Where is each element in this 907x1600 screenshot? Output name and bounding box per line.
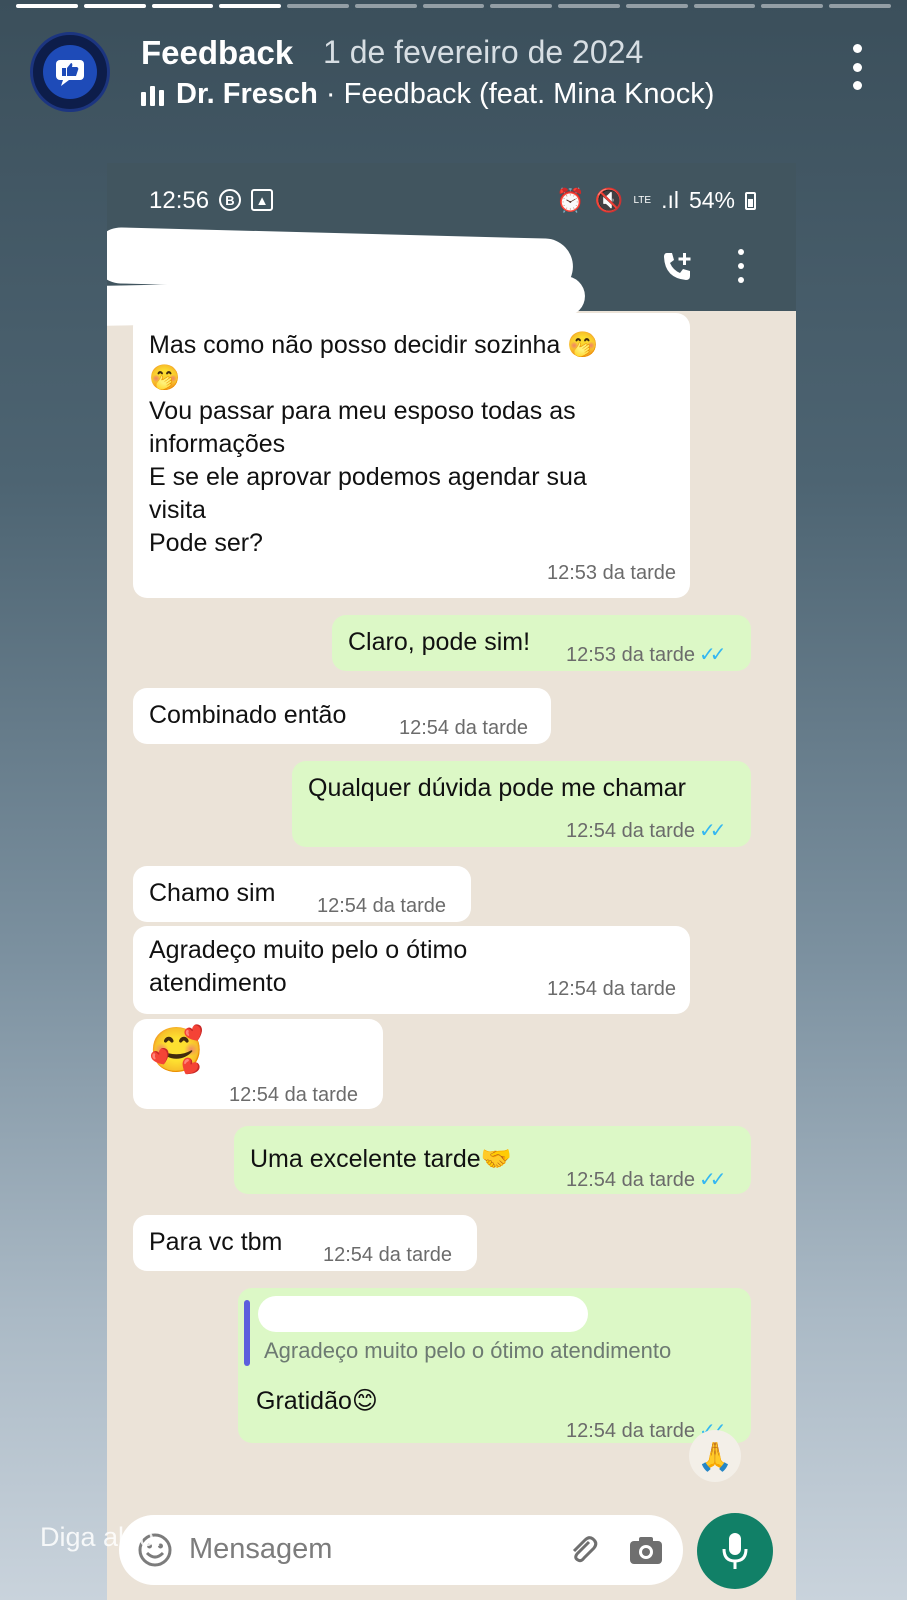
redaction-scribble (258, 1296, 588, 1332)
message-time: 12:54 da tarde (229, 1084, 358, 1106)
message-line: atendimento (149, 969, 287, 997)
message-time: 12:54 da tarde (323, 1244, 452, 1266)
story-reply-input[interactable]: Diga algo... (40, 1522, 177, 1553)
message-time: 12:54 da tarde (566, 1420, 695, 1442)
battery-percent: 54% (688, 187, 735, 213)
message-bubble[interactable]: Uma excelente tarde🤝 12:54 da tarde ✓✓ (234, 1126, 751, 1194)
message-emoji: 🥰 (149, 1026, 204, 1075)
read-ticks-icon: ✓✓ (699, 644, 726, 666)
progress-segment (219, 4, 282, 8)
message-text: Para vc tbm (149, 1228, 283, 1256)
story-title[interactable]: Feedback (141, 34, 293, 72)
camera-icon[interactable] (627, 1532, 665, 1568)
avatar[interactable] (30, 32, 110, 112)
message-text: Combinado então (149, 701, 347, 729)
progress-segment (151, 4, 214, 8)
message-line: Agradeço muito pelo o ótimo (149, 936, 468, 964)
progress-segment (558, 4, 620, 8)
more-options-icon[interactable] (847, 44, 867, 90)
message-bubble[interactable]: Mas como não posso decidir sozinha 🤭 🤭 V… (133, 313, 690, 598)
message-bubble[interactable]: Agradeço muito pelo o ótimo atendimento … (238, 1288, 751, 1443)
progress-segment (422, 4, 485, 8)
message-time: 12:54 da tarde (399, 717, 528, 739)
message-line: visita (149, 496, 206, 524)
message-time: 12:54 da tarde (566, 1169, 695, 1191)
b-notification-icon: B (219, 189, 241, 211)
progress-segment (490, 4, 553, 8)
message-bubble[interactable]: 🥰 12:54 da tarde (133, 1019, 383, 1109)
chat-menu-icon[interactable] (735, 249, 747, 283)
message-bubble[interactable]: Para vc tbm 12:54 da tarde (133, 1215, 477, 1271)
message-time: 12:54 da tarde (547, 978, 676, 1000)
mic-icon (722, 1533, 748, 1569)
message-line: informações (149, 430, 286, 458)
message-line: 🤭 (149, 364, 181, 392)
music-song: · Feedback (feat. Mina Knock) (325, 78, 715, 110)
story-header: Feedback 1 de fevereiro de 2024 Dr. Fres… (30, 28, 877, 118)
music-info[interactable]: Dr. Fresch · Feedback (feat. Mina Knock) (141, 78, 714, 111)
reaction-badge[interactable]: 🙏 (689, 1430, 741, 1482)
message-line: E se ele aprovar podemos agendar sua (149, 463, 587, 491)
progress-segment (83, 4, 146, 8)
add-call-icon[interactable] (659, 249, 695, 285)
message-bubble[interactable]: Combinado então 12:54 da tarde (133, 688, 551, 744)
story-progress (16, 4, 891, 8)
mic-button[interactable] (697, 1513, 773, 1589)
progress-segment (287, 4, 349, 8)
alarm-icon: ⏰ (556, 187, 585, 213)
message-text: Claro, pode sim! (348, 628, 531, 656)
story-date: 1 de fevereiro de 2024 (323, 34, 644, 70)
progress-segment (625, 4, 688, 8)
music-artist: Dr. Fresch (176, 78, 318, 110)
message-bubble[interactable]: Agradeço muito pelo o ótimo atendimento … (133, 926, 690, 1014)
message-text: Uma excelente tarde🤝 (250, 1145, 512, 1173)
progress-segment (16, 4, 78, 8)
message-line: Vou passar para meu esposo todas as (149, 397, 576, 425)
read-ticks-icon: ✓✓ (699, 820, 726, 842)
attach-icon[interactable] (565, 1532, 601, 1568)
read-ticks-icon: ✓✓ (699, 1169, 726, 1191)
message-time: 12:53 da tarde (566, 644, 695, 666)
thumbs-up-icon (43, 45, 97, 99)
message-bubble[interactable]: Qualquer dúvida pode me chamar 12:54 da … (292, 761, 751, 847)
network-label: LTE (633, 194, 652, 206)
progress-segment (693, 4, 756, 8)
message-placeholder: Mensagem (189, 1533, 333, 1565)
message-text: Chamo sim (149, 879, 276, 907)
chat-screenshot: 12:56 B ▲ ⏰ 🔇 LTE .ıl 54% ta Mas como nã… (107, 163, 796, 1600)
message-time: 12:54 da tarde (566, 820, 695, 842)
progress-segment (354, 4, 417, 8)
message-line: Pode ser? (149, 529, 263, 557)
message-bubble[interactable]: Claro, pode sim! 12:53 da tarde ✓✓ (332, 615, 751, 671)
message-input[interactable]: Mensagem (119, 1515, 683, 1585)
audio-bars-icon (141, 84, 164, 106)
signal-icon: .ıl (661, 187, 679, 213)
message-bubble[interactable]: Chamo sim 12:54 da tarde (133, 866, 471, 922)
battery-icon (745, 191, 756, 210)
message-time: 12:54 da tarde (317, 895, 446, 917)
progress-segment (829, 4, 891, 8)
message-time: 12:53 da tarde (547, 562, 676, 584)
progress-segment (761, 4, 824, 8)
image-notification-icon: ▲ (251, 189, 273, 211)
message-text: Qualquer dúvida pode me chamar (308, 774, 687, 802)
message-text: Gratidão😊 (256, 1387, 378, 1415)
mute-icon: 🔇 (594, 187, 624, 213)
quoted-message[interactable]: Agradeço muito pelo o ótimo atendimento (264, 1334, 671, 1367)
message-line: Mas como não posso decidir sozinha 🤭 (149, 331, 599, 359)
quote-bar (244, 1300, 250, 1366)
status-time: 12:56 (149, 187, 210, 214)
